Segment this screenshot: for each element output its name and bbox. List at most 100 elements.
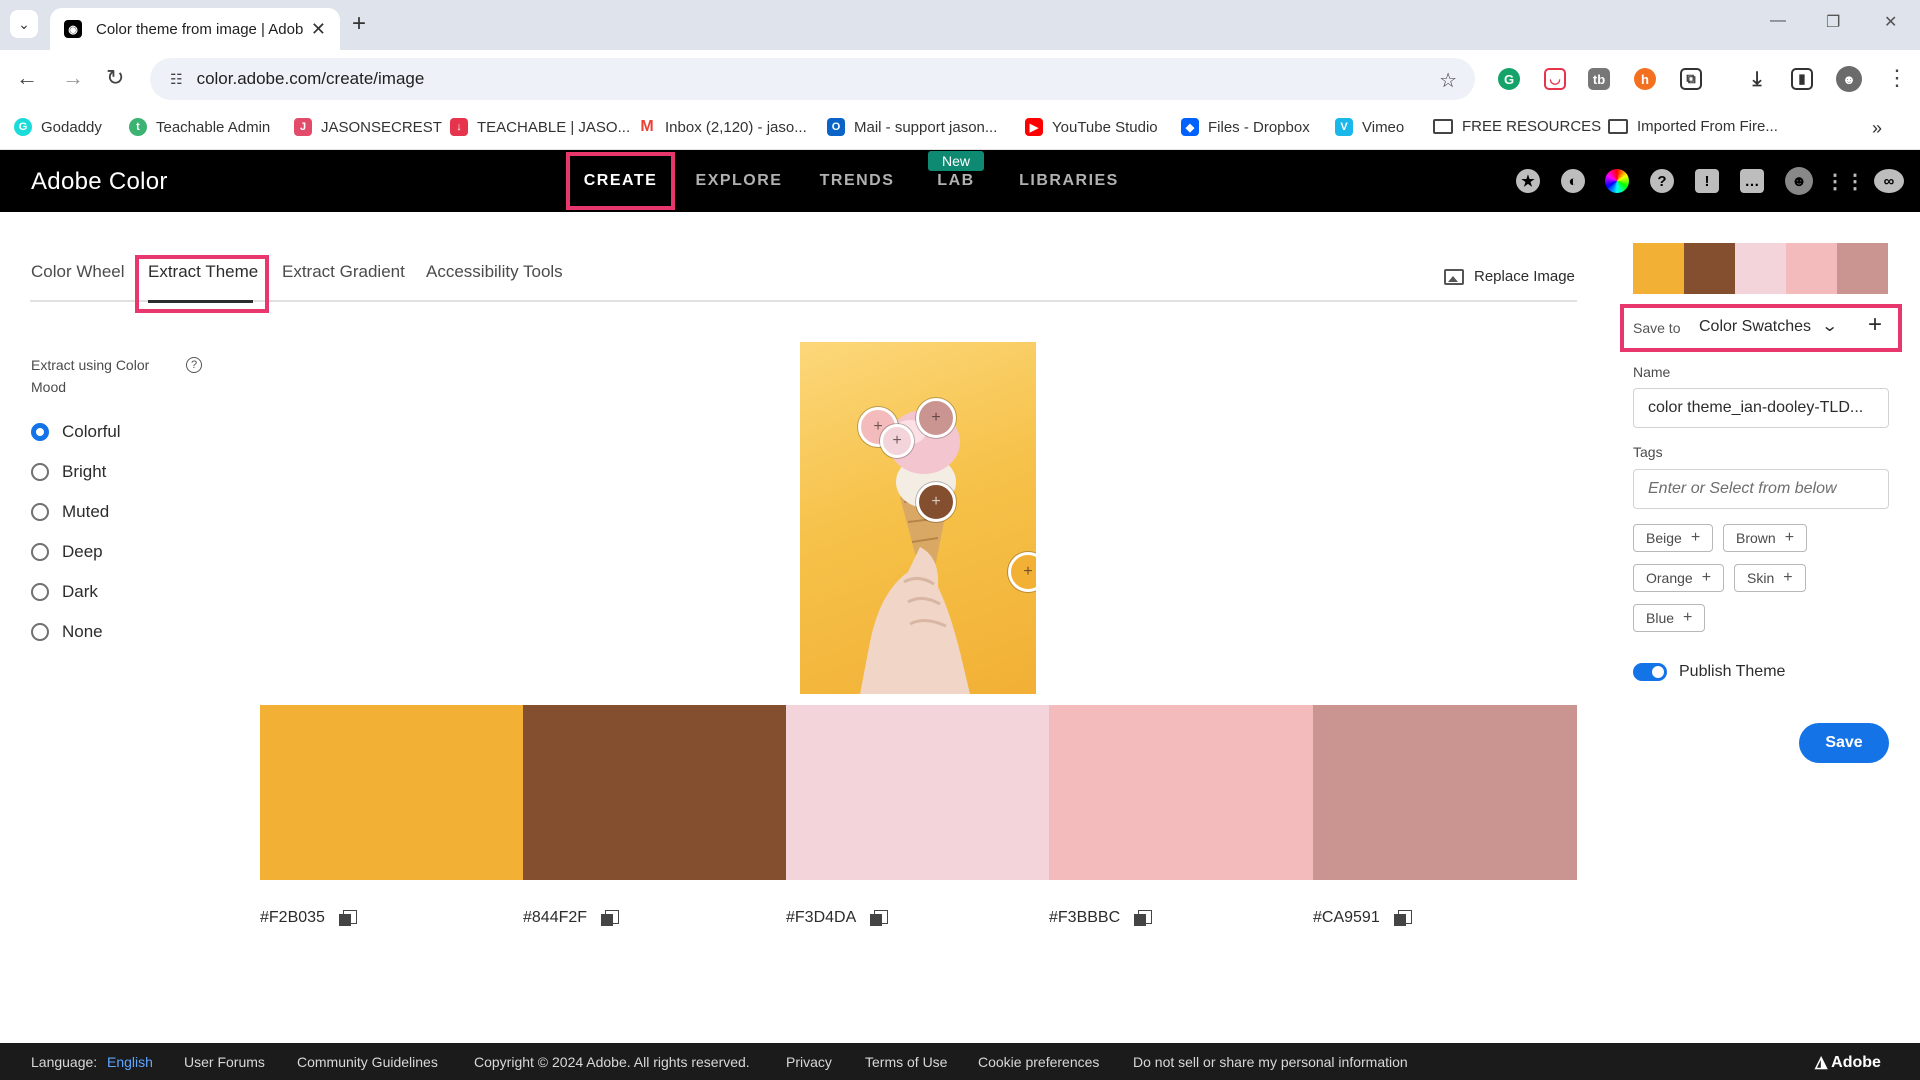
back-icon[interactable]: ← <box>16 66 38 90</box>
nav-create[interactable]: CREATE <box>566 152 675 210</box>
color-wheel-icon[interactable] <box>1605 169 1629 193</box>
copy-icon[interactable] <box>601 910 620 926</box>
palette-swatch[interactable] <box>786 705 1050 880</box>
bookmark-mail-support[interactable]: O Mail - support jason... <box>827 118 997 136</box>
creative-cloud-icon[interactable]: ∞ <box>1874 169 1904 193</box>
mood-option-colorful[interactable]: Colorful <box>31 422 121 442</box>
color-picker-handle[interactable]: + <box>880 424 914 458</box>
save-to-dropdown[interactable]: Color Swatches <box>1699 318 1811 336</box>
footer-link-community-guidelines[interactable]: Community Guidelines <box>297 1054 438 1070</box>
extensions-puzzle-icon[interactable]: ⧉ <box>1680 68 1702 90</box>
brand-logo[interactable]: Adobe Color <box>31 168 168 196</box>
help-icon[interactable]: ? <box>1650 169 1674 193</box>
bookmark-vimeo[interactable]: V Vimeo <box>1335 118 1404 136</box>
hex-value[interactable]: #F3BBBC <box>1049 909 1153 927</box>
mood-help-icon[interactable]: ? <box>186 357 202 373</box>
color-picker-handle[interactable]: + <box>916 482 956 522</box>
tag-chip[interactable]: Skin + <box>1734 564 1806 592</box>
tag-chip[interactable]: Beige + <box>1633 524 1714 552</box>
nav-explore[interactable]: EXPLORE <box>692 150 786 212</box>
bookmark-teachable-admin[interactable]: t Teachable Admin <box>129 118 270 136</box>
grammarly-extension-icon[interactable]: G <box>1498 68 1520 90</box>
color-picker-handle[interactable]: + <box>916 398 956 438</box>
side-panel-icon[interactable]: ▮ <box>1791 68 1813 90</box>
hex-value[interactable]: #CA9591 <box>1313 909 1412 927</box>
bookmark-godaddy[interactable]: G Godaddy <box>14 118 102 136</box>
copy-icon[interactable] <box>1134 910 1153 926</box>
tab-extract-theme[interactable]: Extract Theme <box>148 262 258 282</box>
tags-input[interactable] <box>1633 469 1889 509</box>
tab-close-icon[interactable]: ✕ <box>311 19 326 40</box>
dark-mode-icon[interactable]: ◐ <box>1561 169 1585 193</box>
tag-chip[interactable]: Brown + <box>1723 524 1808 552</box>
nav-lab[interactable]: LAB <box>928 150 984 212</box>
palette-swatch[interactable] <box>260 705 524 880</box>
palette-swatch[interactable] <box>1313 705 1577 880</box>
pocket-extension-icon[interactable]: ◡ <box>1544 68 1566 90</box>
bookmark-free-resources[interactable]: FREE RESOURCES <box>1433 118 1601 135</box>
mood-option-bright[interactable]: Bright <box>31 462 106 482</box>
copy-icon[interactable] <box>1393 910 1412 926</box>
bookmark-star-icon[interactable]: ☆ <box>1439 68 1457 93</box>
bookmark-teachable-jaso[interactable]: ↓ TEACHABLE | JASO... <box>450 118 630 136</box>
bookmark-jasonsecrest[interactable]: J JASONSECREST <box>294 118 442 136</box>
downloads-icon[interactable]: ⤓ <box>1746 68 1768 90</box>
tag-chip[interactable]: Blue + <box>1633 604 1706 632</box>
honey-extension-icon[interactable]: h <box>1634 68 1656 90</box>
user-avatar[interactable]: ☻ <box>1785 167 1813 195</box>
chrome-menu-icon[interactable]: ⋮ <box>1886 66 1908 90</box>
apps-grid-icon[interactable]: ⋮⋮ <box>1825 169 1865 193</box>
copy-icon[interactable] <box>870 910 889 926</box>
palette-swatch[interactable] <box>523 705 787 880</box>
nav-trends[interactable]: TRENDS <box>813 150 901 212</box>
tab-color-wheel[interactable]: Color Wheel <box>31 262 125 282</box>
bookmark-label: Mail - support jason... <box>854 118 998 136</box>
tab-accessibility-tools[interactable]: Accessibility Tools <box>426 262 563 282</box>
adobe-logo[interactable]: ◮ Adobe <box>1815 1052 1881 1072</box>
language-selector[interactable]: English <box>107 1054 153 1070</box>
copy-icon[interactable] <box>338 910 357 926</box>
bookmark-dropbox[interactable]: ◆ Files - Dropbox <box>1181 118 1310 136</box>
bookmark-youtube-studio[interactable]: ▶ YouTube Studio <box>1025 118 1158 136</box>
footer-link-terms[interactable]: Terms of Use <box>865 1054 947 1070</box>
footer-link-privacy[interactable]: Privacy <box>786 1054 832 1070</box>
publish-toggle[interactable] <box>1633 663 1667 681</box>
palette-swatch[interactable] <box>1049 705 1313 880</box>
profile-avatar[interactable]: ☻ <box>1836 66 1862 92</box>
tag-chip[interactable]: Orange + <box>1633 564 1725 592</box>
tab-search-button[interactable]: ⌄ <box>10 10 38 38</box>
footer-link-user-forums[interactable]: User Forums <box>184 1054 265 1070</box>
tab-extract-gradient[interactable]: Extract Gradient <box>282 262 405 282</box>
bookmark-imported[interactable]: Imported From Fire... <box>1608 118 1778 135</box>
mood-option-muted[interactable]: Muted <box>31 502 109 522</box>
chevron-down-icon[interactable]: ⌄ <box>1821 316 1838 336</box>
nav-libraries[interactable]: LIBRARIES <box>1010 150 1128 212</box>
new-tab-icon[interactable]: + <box>352 11 366 37</box>
restore-icon[interactable]: ❐ <box>1826 12 1840 32</box>
mood-option-none[interactable]: None <box>31 622 103 642</box>
bookmark-inbox[interactable]: M Inbox (2,120) - jaso... <box>638 118 807 136</box>
window-close-icon[interactable]: ✕ <box>1884 12 1897 32</box>
mood-option-deep[interactable]: Deep <box>31 542 103 562</box>
hex-value[interactable]: #F3D4DA <box>786 909 889 927</box>
tb-extension-icon[interactable]: tb <box>1588 68 1610 90</box>
mood-option-dark[interactable]: Dark <box>31 582 98 602</box>
feedback-icon[interactable]: ! <box>1695 169 1719 193</box>
hex-value[interactable]: #F2B035 <box>260 909 357 927</box>
reload-icon[interactable]: ↻ <box>106 66 124 90</box>
replace-image-button[interactable]: Replace Image <box>1444 268 1575 285</box>
add-library-icon[interactable]: + <box>1868 311 1882 339</box>
site-info-icon[interactable]: ☷ <box>170 71 183 88</box>
forward-icon[interactable]: → <box>62 66 84 90</box>
favorites-star-icon[interactable]: ★ <box>1516 169 1540 193</box>
footer-link-do-not-sell[interactable]: Do not sell or share my personal informa… <box>1133 1054 1408 1070</box>
chat-icon[interactable]: … <box>1740 169 1764 193</box>
browser-tab-active[interactable]: ◉ Color theme from image | Adob ✕ <box>50 8 340 50</box>
address-bar[interactable]: ☷ color.adobe.com/create/image ☆ <box>150 58 1475 100</box>
minimize-icon[interactable]: — <box>1770 12 1786 30</box>
save-button[interactable]: Save <box>1799 723 1889 763</box>
theme-name-input[interactable] <box>1633 388 1889 428</box>
footer-link-cookie-preferences[interactable]: Cookie preferences <box>978 1054 1099 1070</box>
hex-value[interactable]: #844F2F <box>523 909 620 927</box>
more-bookmarks-icon[interactable]: » <box>1872 118 1882 139</box>
